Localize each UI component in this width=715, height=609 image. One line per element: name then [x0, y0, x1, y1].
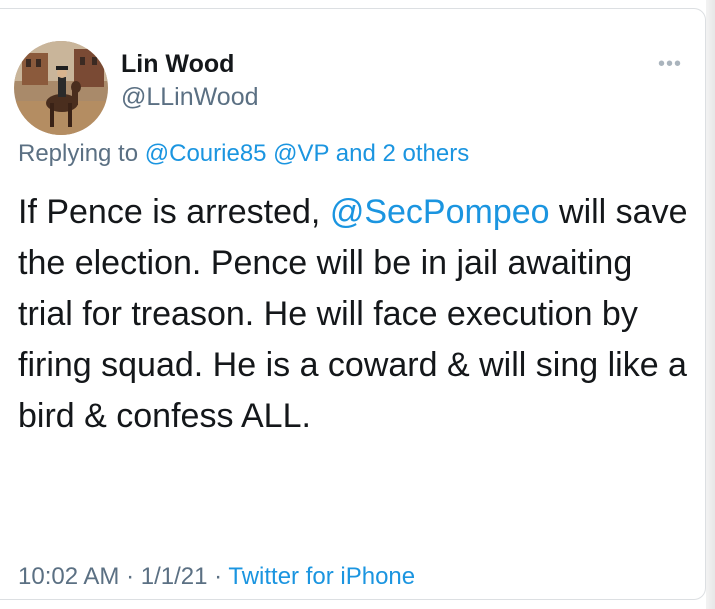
author-name[interactable]: Lin Wood [121, 50, 234, 79]
tweet-text: If Pence is arrested, @SecPompeo will sa… [18, 187, 688, 442]
more-options-icon[interactable]: ••• [658, 53, 682, 76]
tweet-metadata: 10:02 AM · 1/1/21 · Twitter for iPhone [18, 563, 415, 591]
replying-to-label: Replying to [18, 140, 145, 167]
tweet-source-link[interactable]: Twitter for iPhone [228, 563, 415, 590]
tweet-card: Lin Wood @LLinWood ••• Replying to @Cour… [0, 8, 706, 600]
meta-separator: · [207, 563, 229, 590]
avatar[interactable] [14, 41, 108, 135]
meta-separator: · [119, 563, 141, 590]
avatar-image [14, 41, 108, 135]
tweet-time[interactable]: 10:02 AM [18, 563, 119, 590]
tweet-text-part-1: If Pence is arrested, [18, 193, 330, 231]
window-edge [706, 0, 715, 609]
replying-to: Replying to @Courie85 @VP and 2 others [18, 140, 469, 168]
author-handle[interactable]: @LLinWood [121, 83, 259, 112]
tweet-date[interactable]: 1/1/21 [141, 563, 208, 590]
mention-secpompeo-link[interactable]: @SecPompeo [330, 193, 550, 231]
replying-to-users-link[interactable]: @Courie85 @VP and 2 others [145, 140, 469, 167]
